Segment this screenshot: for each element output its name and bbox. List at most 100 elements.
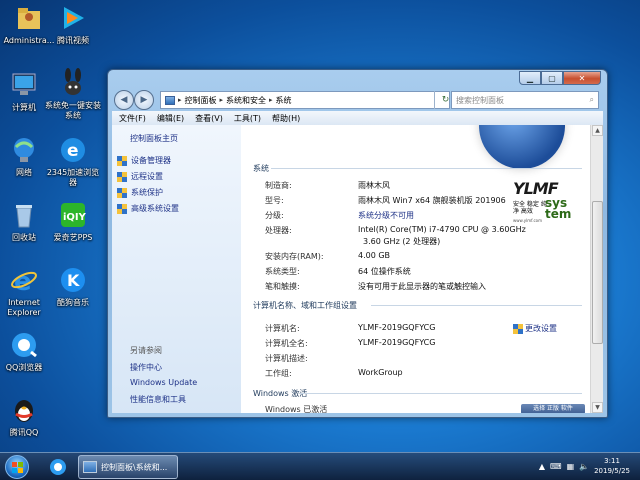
search-placeholder: 搜索控制面板 bbox=[456, 95, 504, 105]
desktop-icon-qq-browser[interactable]: QQ浏览器 bbox=[0, 330, 53, 373]
breadcrumb-system[interactable]: 系统 bbox=[276, 95, 292, 106]
taskbar-control-panel-task[interactable]: 控制面板\系统和... bbox=[78, 455, 178, 479]
desktop-icon-kugou[interactable]: K 酷狗音乐 bbox=[44, 265, 102, 308]
input-method-icon[interactable]: ⌨ bbox=[550, 462, 562, 471]
address-bar[interactable]: ▸ 控制面板 ▸ 系统和安全 ▸ 系统 bbox=[160, 91, 450, 109]
pen-touch-value: 没有可用于此显示器的笔或触控输入 bbox=[358, 282, 486, 291]
rating-link[interactable]: 系统分级不可用 bbox=[358, 210, 414, 221]
back-arrow-icon: ◀ bbox=[120, 95, 128, 105]
performance-info-link[interactable]: 性能信息和工具 bbox=[130, 394, 186, 405]
control-panel-icon bbox=[83, 461, 97, 473]
search-icon: ⌕ bbox=[589, 95, 594, 104]
system-protection-label: 系统保护 bbox=[131, 188, 163, 197]
taskbar-qq-browser-button[interactable] bbox=[40, 455, 76, 479]
genuine-software-badge[interactable]: 选择 正版 软件 bbox=[521, 404, 585, 413]
iqiyi-icon: iQIY bbox=[58, 200, 88, 230]
desktop-icon-label: 腾讯QQ bbox=[9, 428, 39, 437]
desktop-icon-tencent-video[interactable]: 腾讯视频 bbox=[44, 3, 102, 46]
task-pane: 控制面板主页 设备管理器 远程设置 系统保护 高级系统设置 另请参阅 操作中心 … bbox=[112, 125, 241, 413]
computer-icon bbox=[9, 70, 39, 100]
system-type-label: 系统类型: bbox=[265, 267, 300, 276]
maximize-button[interactable]: ▢ bbox=[541, 71, 563, 85]
breadcrumb-system-security[interactable]: 系统和安全 bbox=[226, 95, 266, 106]
menu-file[interactable]: 文件(F) bbox=[119, 113, 146, 124]
maximize-icon: ▢ bbox=[548, 73, 556, 83]
navigation-bar: ◀ ▶ ▸ 控制面板 ▸ 系统和安全 ▸ 系统 ↻ 搜索控制面板 ⌕ bbox=[112, 89, 603, 113]
desktop-icon-2345-browser[interactable]: e 2345加速浏览器 bbox=[44, 135, 102, 188]
processor-speed-value: 3.60 GHz (2 处理器) bbox=[363, 237, 441, 246]
uac-shield-icon bbox=[513, 323, 523, 334]
desktop-icon-label: 2345加速浏览器 bbox=[46, 168, 100, 187]
change-settings-link[interactable]: 更改设置 bbox=[513, 323, 557, 334]
desktop-icon-label: 酷狗音乐 bbox=[57, 298, 89, 307]
vertical-scrollbar[interactable]: ▲ ▼ bbox=[590, 125, 603, 413]
breadcrumb-separator-icon: ▸ bbox=[178, 96, 182, 104]
windows-update-link[interactable]: Windows Update bbox=[130, 378, 197, 387]
qq-browser-icon bbox=[50, 459, 66, 475]
back-button[interactable]: ◀ bbox=[114, 90, 134, 110]
control-panel-home-link[interactable]: 控制面板主页 bbox=[130, 133, 178, 144]
breadcrumb-control-panel[interactable]: 控制面板 bbox=[185, 95, 217, 106]
scroll-thumb[interactable] bbox=[592, 201, 603, 344]
kugou-icon: K bbox=[58, 265, 88, 295]
advanced-settings-link[interactable]: 高级系统设置 bbox=[117, 203, 179, 214]
activation-status: Windows 已激活 bbox=[265, 405, 328, 413]
system-tray: ▲ ⌨ ▦ 🔈 3:11 2019/5/25 bbox=[539, 456, 630, 476]
refresh-icon: ↻ bbox=[441, 95, 450, 105]
bunny-icon bbox=[58, 68, 88, 98]
uac-shield-icon bbox=[117, 171, 127, 182]
desktop-icon-qq[interactable]: 腾讯QQ bbox=[0, 395, 53, 438]
advanced-settings-label: 高级系统设置 bbox=[131, 204, 179, 213]
svg-text:e: e bbox=[67, 141, 79, 161]
windows-start-orb-icon bbox=[5, 455, 29, 479]
taskbar-task-label: 控制面板\系统和... bbox=[101, 462, 168, 472]
desktop-icon-label: 系统免一键安装系统 bbox=[45, 101, 101, 120]
close-icon: ✕ bbox=[578, 73, 586, 83]
menu-edit[interactable]: 编辑(E) bbox=[157, 113, 184, 124]
remote-settings-link[interactable]: 远程设置 bbox=[117, 171, 163, 182]
menu-help[interactable]: 帮助(H) bbox=[272, 113, 300, 124]
scroll-up-button[interactable]: ▲ bbox=[592, 125, 603, 136]
pen-touch-label: 笔和触摸: bbox=[265, 282, 300, 291]
system-section-header: 系统 bbox=[253, 164, 269, 173]
browser-e-icon: e bbox=[58, 135, 88, 165]
menu-view[interactable]: 查看(V) bbox=[195, 113, 223, 124]
close-button[interactable]: ✕ bbox=[563, 71, 601, 85]
start-button[interactable] bbox=[2, 453, 32, 480]
action-center-link[interactable]: 操作中心 bbox=[130, 362, 162, 373]
forward-arrow-icon: ▶ bbox=[140, 95, 148, 105]
uac-shield-icon bbox=[117, 155, 127, 166]
scroll-down-button[interactable]: ▼ bbox=[592, 402, 603, 413]
breadcrumb-separator-icon: ▸ bbox=[269, 96, 273, 104]
device-manager-label: 设备管理器 bbox=[131, 156, 171, 165]
remote-settings-label: 远程设置 bbox=[131, 172, 163, 181]
window-controls: ▁ ▢ ✕ bbox=[519, 71, 601, 85]
clock[interactable]: 3:11 2019/5/25 bbox=[594, 456, 630, 476]
minimize-button[interactable]: ▁ bbox=[519, 71, 541, 85]
desktop-icon-iqiyi[interactable]: iQIY 爱奇艺PPS bbox=[44, 200, 102, 243]
divider bbox=[271, 168, 582, 169]
clock-time: 3:11 bbox=[604, 457, 620, 465]
minimize-icon: ▁ bbox=[526, 73, 534, 83]
clock-date: 2019/5/25 bbox=[594, 467, 630, 475]
desktop-icon-installer[interactable]: 系统免一键安装系统 bbox=[44, 68, 102, 121]
manufacturer-label: 制造商: bbox=[265, 181, 292, 190]
uac-shield-icon bbox=[117, 203, 127, 214]
rating-label: 分级: bbox=[265, 211, 284, 220]
change-settings-label: 更改设置 bbox=[525, 324, 557, 333]
volume-icon[interactable]: 🔈 bbox=[579, 462, 589, 471]
svg-text:iQIY: iQIY bbox=[63, 212, 87, 223]
menu-tools[interactable]: 工具(T) bbox=[234, 113, 261, 124]
oem-logo-url: www.ylmf.com bbox=[513, 218, 543, 223]
oem-logo: YLMF 安全 稳定 纯净 高效 sys tem www.ylmf.com bbox=[513, 179, 585, 225]
device-manager-link[interactable]: 设备管理器 bbox=[117, 155, 171, 166]
oem-logo-system: sys tem bbox=[545, 196, 572, 221]
forward-button[interactable]: ▶ bbox=[134, 90, 154, 110]
network-tray-icon[interactable]: ▦ bbox=[567, 462, 575, 471]
tray-expand-icon[interactable]: ▲ bbox=[539, 462, 545, 471]
qq-browser-icon bbox=[9, 330, 39, 360]
search-box[interactable]: 搜索控制面板 ⌕ bbox=[451, 91, 599, 109]
system-protection-link[interactable]: 系统保护 bbox=[117, 187, 163, 198]
see-also-title: 另请参阅 bbox=[130, 346, 162, 355]
svg-text:K: K bbox=[67, 271, 80, 290]
